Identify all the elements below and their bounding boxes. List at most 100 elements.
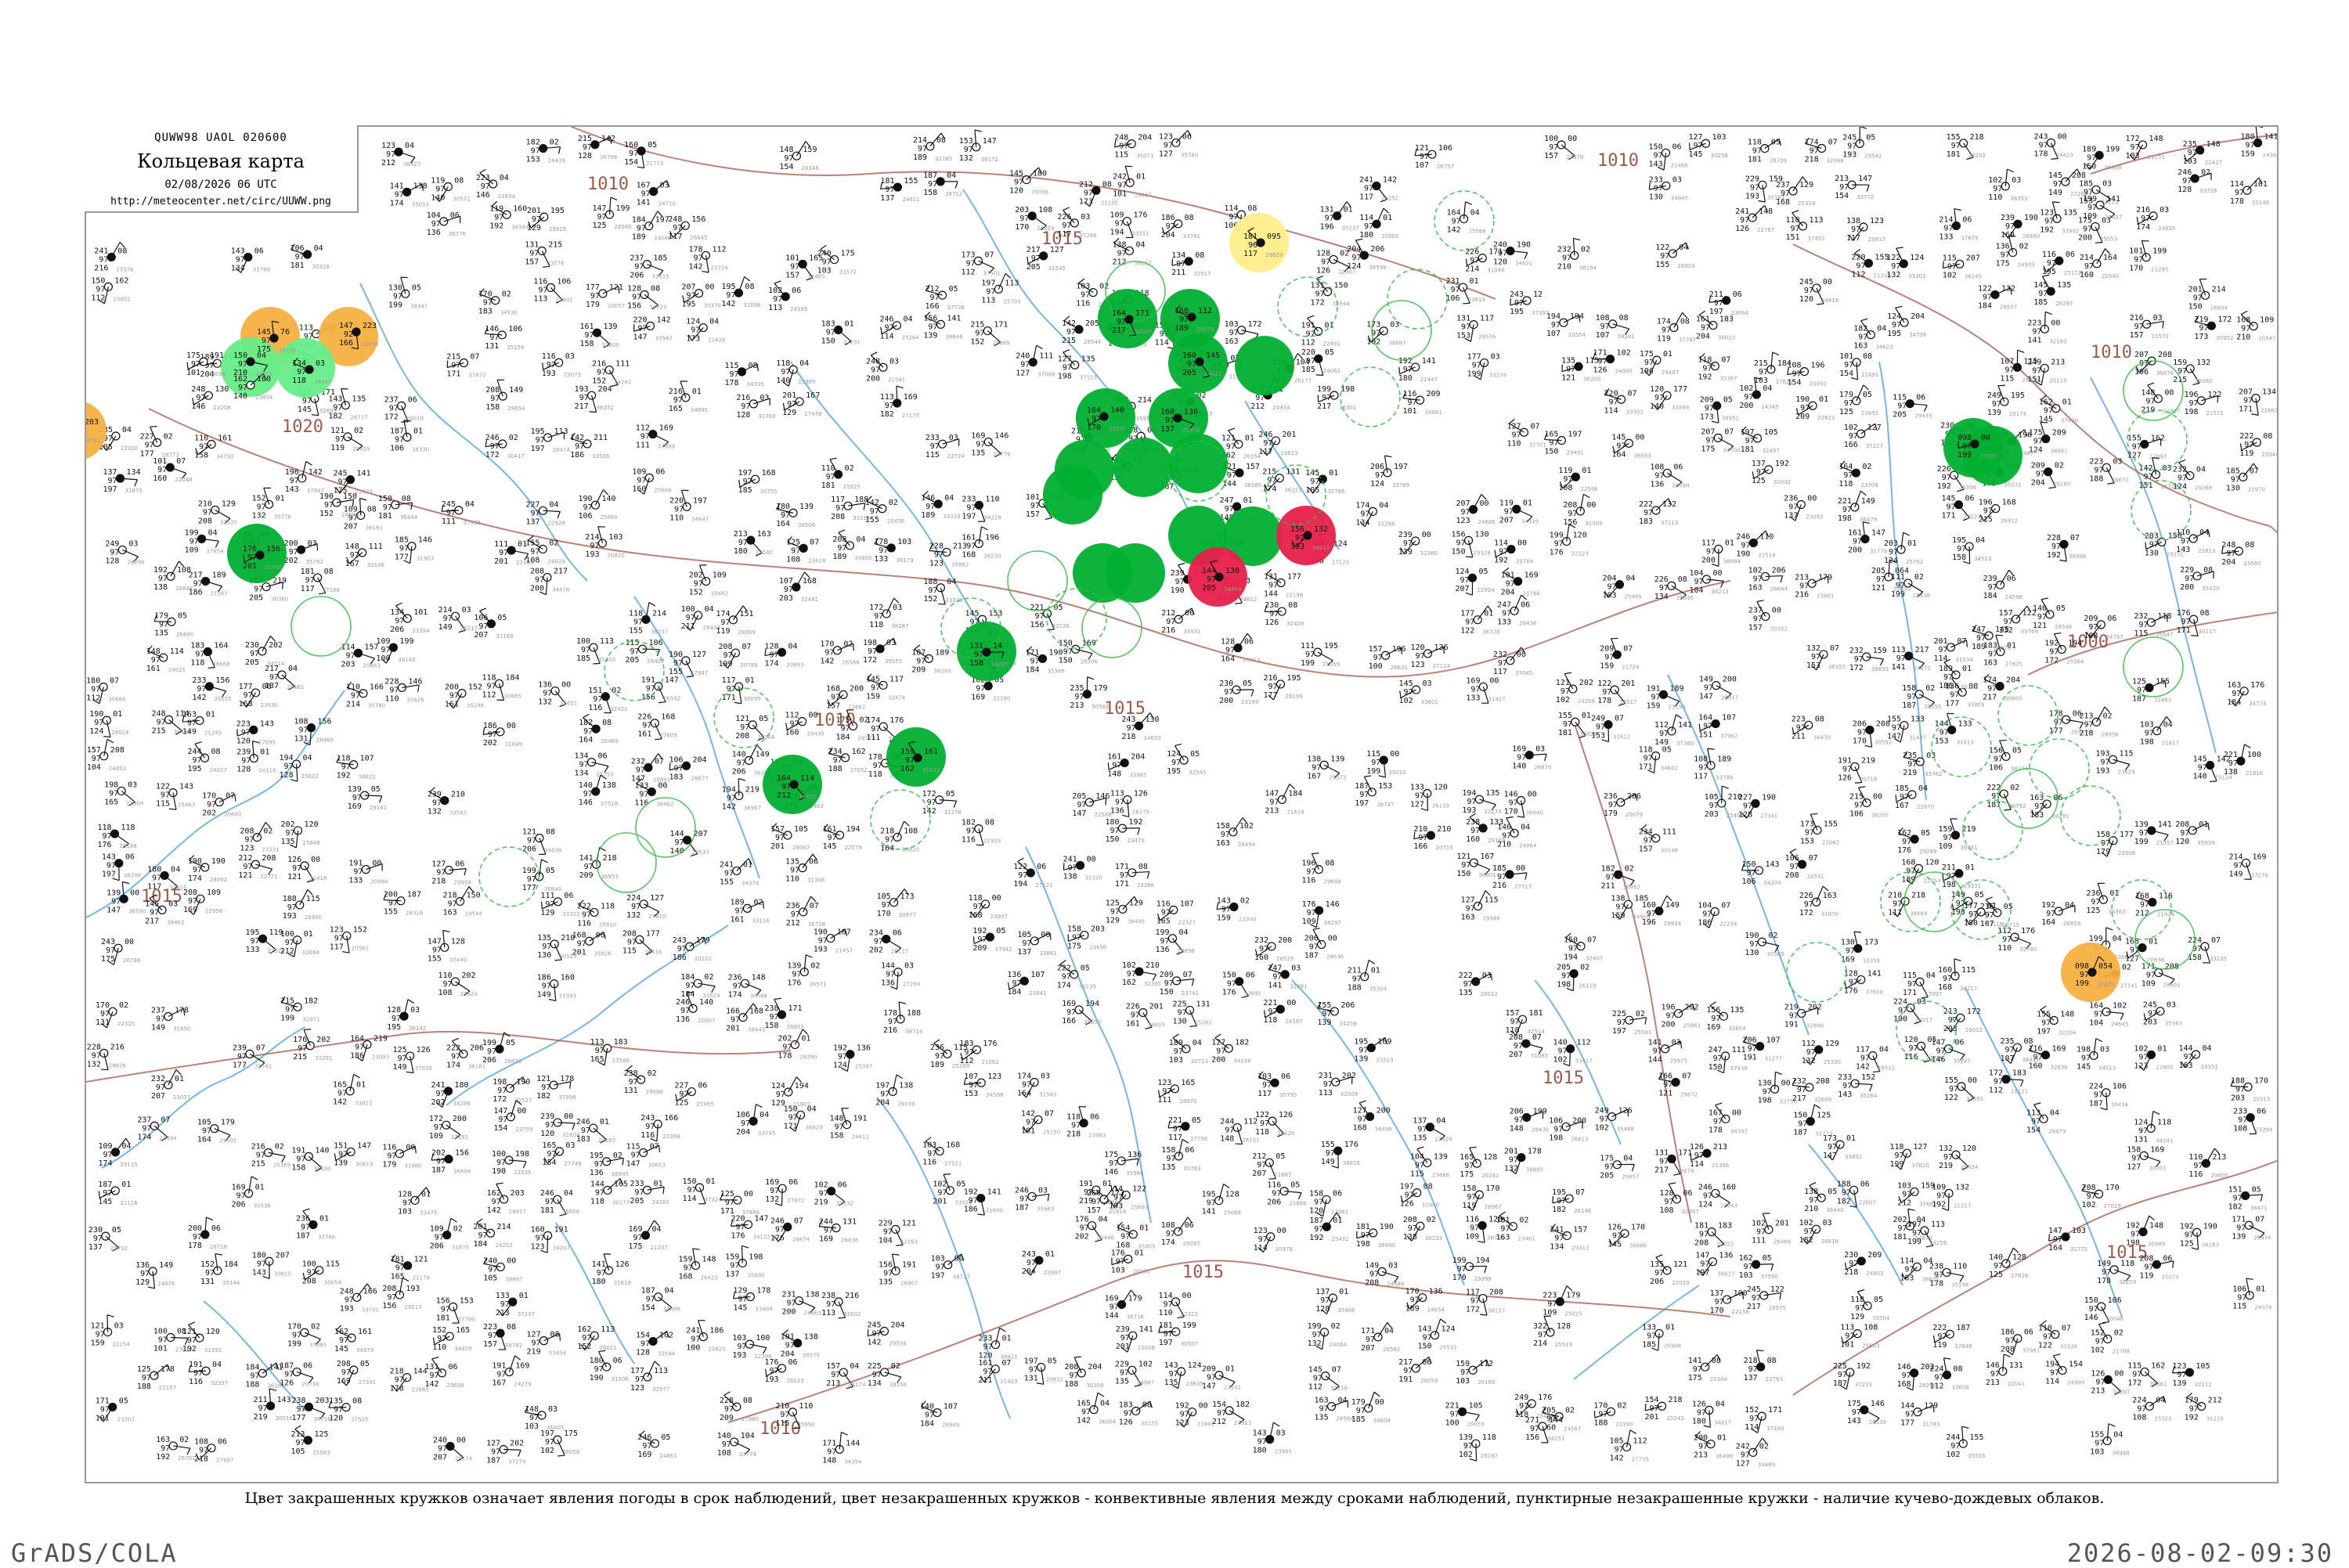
station-value: 213 [953, 542, 967, 550]
temperature-value: 215 [446, 352, 460, 361]
station-value: 00 [1087, 855, 1096, 863]
station-plot: 2159717115229889 [970, 321, 1009, 347]
station-index: 26586 [842, 660, 860, 666]
station-value: 147 [665, 676, 679, 685]
dewpoint-value: 200 [866, 374, 880, 383]
station-plot: 182970816426489 [579, 714, 618, 744]
station-value: 163 [1823, 892, 1837, 900]
dewpoint-value: 163 [1225, 337, 1239, 346]
wind-barb [1716, 686, 1731, 694]
station-value: 129 [222, 499, 236, 508]
station-value: 06 [1916, 394, 1925, 402]
pressure-value: 97 [966, 827, 976, 836]
temperature-value: 249 [2027, 358, 2041, 366]
station-value: 05 [946, 790, 955, 798]
station-value: 04 [171, 865, 180, 874]
station-index: 21713 [646, 160, 663, 167]
station-plot: 1479712815537449 [428, 930, 467, 963]
station-value: 140 [601, 495, 615, 503]
station-index: 28436 [1519, 620, 1537, 626]
station-index: 20784 [1672, 482, 1690, 488]
dewpoint-value: 130 [1745, 949, 1759, 957]
station-value: 08 [2203, 566, 2213, 575]
station-index: 30726 [1052, 623, 1070, 629]
station-plot: 1119719519921055 [1301, 642, 1340, 668]
wind-feather [558, 147, 560, 154]
pressure-value: 97 [727, 794, 736, 802]
pressure-value: 97 [784, 154, 793, 163]
pressure-value: 97 [2244, 441, 2253, 449]
dewpoint-value: 182 [880, 410, 894, 419]
station-plot: 2439717918620102 [673, 936, 712, 962]
dewpoint-value: 103 [2183, 157, 2197, 166]
dewpoint-value: 122 [1460, 627, 1474, 636]
temperature-value: 103 [1076, 283, 1090, 291]
pressure-value: 97 [2004, 366, 2014, 374]
dewpoint-value: 173 [686, 335, 700, 344]
pressure-value: 97 [2134, 256, 2143, 265]
temperature-value: 196 [1979, 499, 1993, 507]
station-value: 07 [226, 792, 235, 801]
station-value: 00 [124, 938, 134, 946]
station-plot: 1479719912526560 [592, 197, 631, 230]
station-value: 169 [2252, 852, 2266, 861]
station-index: 23458 [1089, 945, 1106, 951]
dewpoint-value: 199 [2134, 838, 2149, 846]
wind-barb [1032, 216, 1046, 225]
station-plot: 1739715515322062 [1800, 814, 1839, 846]
station-value: 108 [904, 827, 918, 835]
station-plot: 1689710921020547 [2236, 311, 2275, 341]
temperature-value: 169 [971, 432, 985, 441]
synoptic-map[interactable]: 1010101510201015101010151015101010001010… [85, 125, 2279, 1483]
station-index: 26115 [891, 949, 908, 955]
temperature-value: 114 [1359, 214, 1373, 222]
dewpoint-value: 166 [1413, 842, 1427, 851]
dewpoint-value: 196 [1640, 367, 1654, 376]
pressure-value: 97 [1942, 474, 1951, 482]
station-index: 36668 [212, 661, 229, 668]
dewpoint-value: 145 [298, 406, 312, 414]
dewpoint-value: 101 [1403, 407, 1417, 416]
station-value: 172 [2217, 315, 2232, 324]
station-index: 27621 [2005, 661, 2022, 667]
station-plot: 244970819524027 [188, 742, 227, 774]
temperature-value: 142 [2138, 464, 2152, 473]
station-plot: 148970021922807 [2141, 383, 2180, 414]
temperature-value: 177 [239, 683, 253, 691]
temperature-value: 101 [785, 254, 799, 262]
dewpoint-value: 181 [1741, 445, 1755, 454]
station-index: 20718 [1860, 776, 1877, 782]
pressure-value: 97 [286, 829, 295, 838]
isobar-label: 1010 [1597, 151, 1639, 171]
dewpoint-value: 156 [1563, 518, 1577, 527]
station-plot: 2039710817026229 [1015, 206, 1054, 232]
wind-feather [1860, 491, 1866, 496]
station-index: 34379 [742, 880, 759, 886]
dewpoint-value: 203 [341, 660, 355, 669]
station-plot: 200970320235782 [284, 539, 323, 565]
dewpoint-value: 170 [877, 910, 891, 918]
pressure-value: 97 [1947, 262, 1957, 271]
station-plot: 216970317424835 [2136, 206, 2175, 232]
pressure-value: 97 [1466, 905, 1475, 914]
dewpoint-value: 121 [2033, 622, 2047, 630]
station-plot: 139970516929141 [348, 785, 387, 811]
station-marker [1272, 437, 1279, 445]
station-index: 38887 [1388, 341, 1405, 347]
pressure-value: 97 [393, 292, 402, 301]
station-index: 34797 [2105, 634, 2123, 640]
dewpoint-value: 187 [1902, 701, 1916, 710]
station-value: 07 [810, 538, 819, 546]
station-value: 190 [1762, 793, 1776, 802]
pressure-value: 97 [244, 836, 254, 845]
pressure-value: 97 [1892, 724, 1901, 733]
pressure-value: 97 [583, 727, 593, 736]
station-index: 27517 [1619, 699, 1636, 705]
station-index: 32407 [1586, 956, 1603, 962]
dewpoint-value: 184 [1026, 665, 1040, 674]
pressure-value: 97 [1654, 471, 1664, 480]
dewpoint-value: 164 [776, 520, 790, 528]
pressure-value: 97 [96, 285, 105, 294]
station-index: 33985 [1129, 773, 1146, 779]
dewpoint-value: 178 [2033, 150, 2048, 158]
